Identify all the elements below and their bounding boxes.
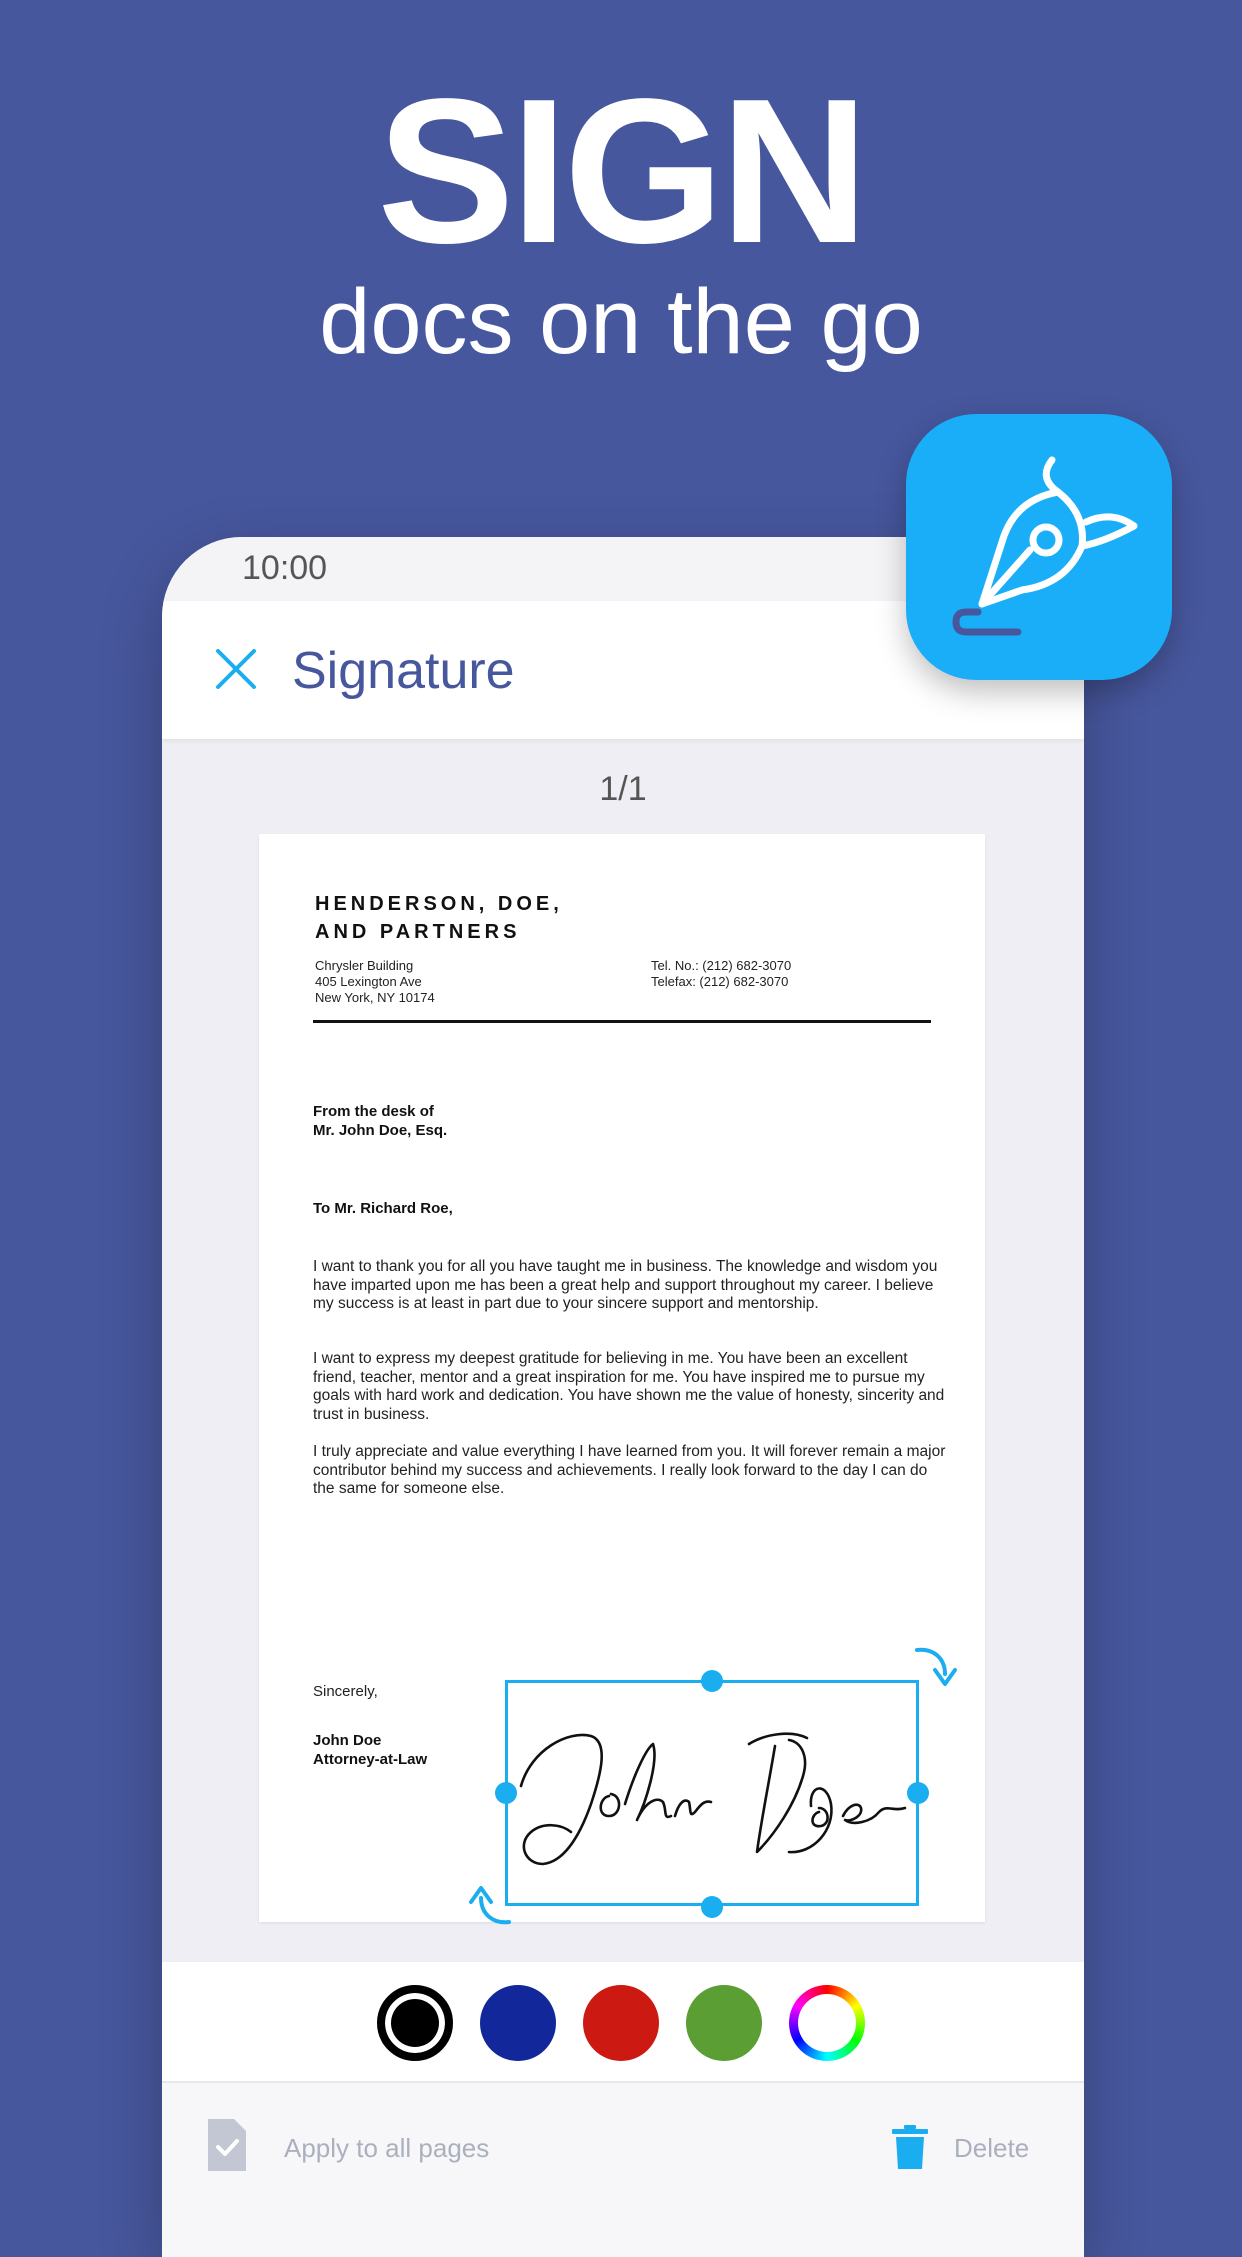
- contact-line: Telefax: (212) 682-3070: [651, 974, 789, 989]
- firm-address: Chrysler Building 405 Lexington Ave New …: [315, 958, 435, 1006]
- address-line: 405 Lexington Ave: [315, 974, 422, 989]
- delete-label: Delete: [954, 2133, 1030, 2163]
- salutation: To Mr. Richard Roe,: [313, 1200, 453, 1217]
- color-picker-custom[interactable]: [789, 1985, 865, 2061]
- page-indicator: 1/1: [599, 770, 647, 808]
- contact-line: Tel. No.: (212) 682-3070: [651, 958, 792, 973]
- address-line: New York, NY 10174: [315, 990, 435, 1005]
- action-bar: Apply to all pages Delete: [162, 2083, 1084, 2257]
- address-line: Chrysler Building: [315, 958, 414, 973]
- resize-handle-top[interactable]: [701, 1670, 723, 1692]
- color-swatch-blue[interactable]: [480, 1985, 556, 2061]
- letter-paragraph: I want to express my deepest gratitude f…: [313, 1350, 945, 1423]
- color-wheel-center: [798, 1994, 856, 2052]
- color-palette: [162, 1962, 1084, 2083]
- from-line-2: Mr. John Doe, Esq.: [313, 1122, 448, 1139]
- hero-headline: SIGN: [377, 56, 869, 286]
- letter-paragraph: I want to thank you for all you have tau…: [313, 1258, 938, 1312]
- firm-contact: Tel. No.: (212) 682-3070 Telefax: (212) …: [651, 958, 791, 990]
- status-time: 10:00: [242, 549, 328, 587]
- from-block: From the desk of Mr. John Doe, Esq.: [313, 1102, 447, 1140]
- delete-button[interactable]: Delete: [882, 2117, 1042, 2177]
- hero-subline: docs on the go: [319, 271, 923, 373]
- phone-frame: 10:00 Signature 1/1 HENDERSON, DOE, AND …: [162, 537, 1084, 2257]
- document-page: HENDERSON, DOE, AND PARTNERS Chrysler Bu…: [259, 834, 985, 1925]
- signer-name: John Doe: [313, 1732, 382, 1749]
- resize-handle-right[interactable]: [907, 1782, 929, 1804]
- signer-block: John Doe Attorney-at-Law: [313, 1731, 427, 1769]
- pen-nib-icon: [952, 456, 1138, 636]
- close-icon: [216, 649, 256, 689]
- signer-title: Attorney-at-Law: [313, 1751, 428, 1768]
- from-line-1: From the desk of: [313, 1103, 434, 1120]
- firm-line-1: HENDERSON, DOE,: [315, 893, 563, 915]
- document-check-icon: [208, 2119, 246, 2171]
- trash-icon: [892, 2125, 928, 2169]
- letter-paragraph: I truly appreciate and value everything …: [313, 1443, 946, 1497]
- color-swatch-green[interactable]: [686, 1985, 762, 2061]
- closing: Sincerely,: [313, 1683, 378, 1700]
- apply-to-all-pages-label: Apply to all pages: [284, 2133, 490, 2163]
- color-swatch-black[interactable]: [377, 1985, 453, 2061]
- close-button[interactable]: [206, 639, 266, 699]
- color-swatch-red[interactable]: [583, 1985, 659, 2061]
- resize-handle-bottom[interactable]: [701, 1896, 723, 1918]
- firm-line-2: AND PARTNERS: [315, 921, 521, 943]
- signature-bounding-box[interactable]: [505, 1680, 919, 1906]
- resize-handle-left[interactable]: [495, 1782, 517, 1804]
- rotate-handle-bottom-left-icon[interactable]: [465, 1882, 515, 1930]
- firm-name: HENDERSON, DOE, AND PARTNERS: [315, 890, 563, 946]
- app-logo: [906, 414, 1172, 680]
- rotate-handle-top-right-icon[interactable]: [911, 1642, 959, 1692]
- page-title: Signature: [292, 642, 515, 700]
- header-divider: [313, 1020, 931, 1023]
